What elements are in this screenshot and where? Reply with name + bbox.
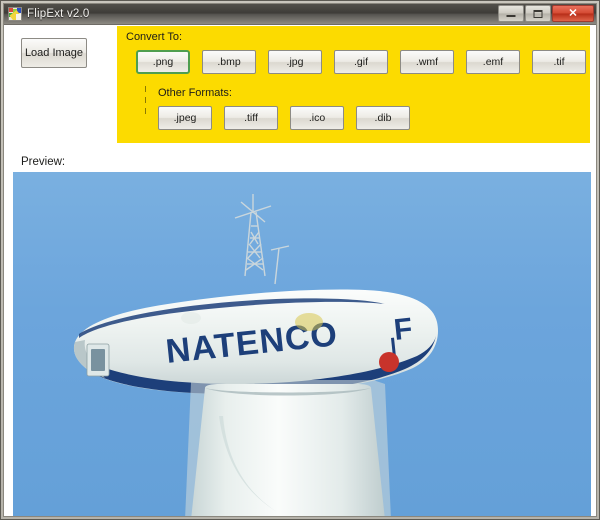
application-window: FlipExt v2.0 ✕ Load Image Convert To: .p…	[0, 0, 600, 520]
nacelle-yellow-mark	[295, 313, 323, 331]
preview-label: Preview:	[21, 156, 66, 168]
format-button-tif[interactable]: .tif	[532, 50, 586, 74]
preview-image-area[interactable]: NATENCO F	[13, 172, 591, 516]
other-format-buttons: .jpeg .tiff .ico .dib	[158, 106, 410, 130]
maximize-button[interactable]	[525, 5, 551, 22]
format-button-bmp[interactable]: .bmp	[202, 50, 256, 74]
load-image-button[interactable]: Load Image	[21, 38, 87, 68]
logo-red-dot	[379, 352, 399, 372]
format-button-png[interactable]: .png	[136, 50, 190, 74]
tower-body	[191, 384, 385, 516]
anemometer-mast	[234, 194, 290, 285]
window-controls: ✕	[498, 5, 594, 22]
minimize-icon	[506, 15, 516, 18]
format-button-tiff[interactable]: .tiff	[224, 106, 278, 130]
tower	[185, 380, 391, 516]
convert-to-label: Convert To:	[126, 31, 183, 43]
other-formats-label: Other Formats:	[158, 87, 232, 99]
window-title: FlipExt v2.0	[27, 8, 90, 20]
format-button-dib[interactable]: .dib	[356, 106, 410, 130]
close-icon: ✕	[568, 7, 578, 19]
maximize-icon	[533, 9, 543, 18]
format-button-jpeg[interactable]: .jpeg	[158, 106, 212, 130]
nacelle-highlight	[181, 312, 201, 324]
format-button-gif[interactable]: .gif	[334, 50, 388, 74]
format-button-emf[interactable]: .emf	[466, 50, 520, 74]
wind-turbine-photo: NATENCO F	[73, 194, 439, 516]
title-bar[interactable]: FlipExt v2.0 ✕	[4, 4, 596, 25]
nacelle-logo-letter: F	[392, 312, 414, 347]
format-button-jpg[interactable]: .jpg	[268, 50, 322, 74]
image-palette-icon	[8, 7, 22, 21]
other-formats-marker	[145, 86, 146, 118]
format-button-ico[interactable]: .ico	[290, 106, 344, 130]
convert-to-panel: Convert To: .png .bmp .jpg .gif .wmf .em…	[117, 26, 590, 143]
window-inner: FlipExt v2.0 ✕ Load Image Convert To: .p…	[3, 3, 597, 517]
format-button-wmf[interactable]: .wmf	[400, 50, 454, 74]
close-button[interactable]: ✕	[552, 5, 594, 22]
minimize-button[interactable]	[498, 5, 524, 22]
client-area: Load Image Convert To: .png .bmp .jpg .g…	[4, 25, 596, 516]
nacelle-window	[91, 349, 105, 371]
primary-format-buttons: .png .bmp .jpg .gif .wmf .emf .tif	[136, 50, 586, 74]
